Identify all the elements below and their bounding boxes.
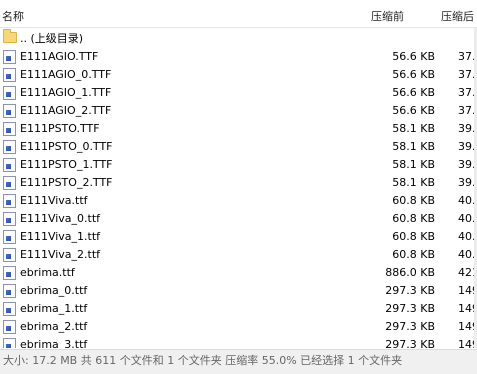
file-row[interactable]: E111PSTO_1.TTF 58.1 KB 39. — [0, 156, 477, 174]
font-file-icon — [3, 284, 16, 298]
file-row[interactable]: E111PSTO_2.TTF 58.1 KB 39. — [0, 174, 477, 192]
file-compressed-size: 37. — [458, 104, 476, 117]
font-file-icon — [3, 176, 16, 190]
column-name-header[interactable]: 名称 — [2, 8, 24, 24]
font-file-icon — [3, 320, 16, 334]
column-original-size-header[interactable]: 压缩前 — [371, 8, 404, 24]
file-compressed-size: 37. — [458, 86, 476, 99]
file-compressed-size: 40. — [458, 248, 476, 261]
file-original-size: 886.0 KB — [385, 266, 435, 279]
file-original-size: 58.1 KB — [392, 122, 435, 135]
file-original-size: 58.1 KB — [392, 176, 435, 189]
file-name: E111PSTO.TTF — [20, 122, 100, 135]
file-name: E111Viva_1.ttf — [20, 230, 101, 243]
file-original-size: 56.6 KB — [392, 104, 435, 117]
font-file-icon — [3, 122, 16, 136]
file-name: E111Viva_0.ttf — [20, 212, 101, 225]
font-file-icon — [3, 158, 16, 172]
file-original-size: 56.6 KB — [392, 50, 435, 63]
file-compressed-size: 39. — [458, 158, 476, 171]
file-compressed-size: 40. — [458, 230, 476, 243]
file-compressed-size: 40. — [458, 194, 476, 207]
file-name: ebrima_3.ttf — [20, 338, 88, 348]
folder-icon — [3, 29, 17, 43]
file-original-size: 297.3 KB — [385, 284, 435, 297]
file-row[interactable]: ebrima.ttf886.0 KB421. — [0, 264, 477, 282]
parent-folder-label: .. (上级目录) — [20, 32, 84, 45]
parent-folder-row[interactable]: .. (上级目录) — [0, 28, 477, 48]
file-row[interactable]: E111Viva_2.ttf 60.8 KB 40. — [0, 246, 477, 264]
column-compressed-size-header[interactable]: 压缩后 — [441, 8, 474, 24]
file-name: ebrima_1.ttf — [20, 302, 88, 315]
file-name: E111PSTO_0.TTF — [20, 140, 113, 153]
font-file-icon — [3, 248, 16, 262]
file-row[interactable]: E111AGIO_0.TTF 56.6 KB 37. — [0, 66, 477, 84]
file-compressed-size: 39. — [458, 176, 476, 189]
file-original-size: 297.3 KB — [385, 302, 435, 315]
file-original-size: 60.8 KB — [392, 248, 435, 261]
file-row[interactable]: ebrima_3.ttf297.3 KB149. — [0, 336, 477, 348]
file-name: E111Viva.ttf — [20, 194, 88, 207]
font-file-icon — [3, 230, 16, 244]
file-name: E111AGIO_0.TTF — [20, 68, 112, 81]
file-name: E111PSTO_1.TTF — [20, 158, 113, 171]
file-original-size: 60.8 KB — [392, 212, 435, 225]
file-compressed-size: 40. — [458, 212, 476, 225]
file-name: E111AGIO_1.TTF — [20, 86, 112, 99]
file-row[interactable]: E111AGIO.TTF 56.6 KB 37. — [0, 48, 477, 66]
file-row[interactable]: E111Viva.ttf 60.8 KB 40. — [0, 192, 477, 210]
font-file-icon — [3, 212, 16, 226]
file-name: ebrima_0.ttf — [20, 284, 88, 297]
file-row[interactable]: E111AGIO_1.TTF 56.6 KB 37. — [0, 84, 477, 102]
file-name: E111AGIO.TTF — [20, 50, 99, 63]
file-compressed-size: 39. — [458, 140, 476, 153]
file-original-size: 60.8 KB — [392, 230, 435, 243]
font-file-icon — [3, 266, 16, 280]
file-list: .. (上级目录) E111AGIO.TTF 56.6 KB 37. E111AGIO… — [0, 28, 477, 348]
file-row[interactable]: E111Viva_0.ttf 60.8 KB 40. — [0, 210, 477, 228]
file-row[interactable]: ebrima_2.ttf297.3 KB149. — [0, 318, 477, 336]
file-original-size: 60.8 KB — [392, 194, 435, 207]
file-compressed-size: 37. — [458, 50, 476, 63]
font-file-icon — [3, 50, 16, 64]
file-original-size: 58.1 KB — [392, 158, 435, 171]
file-row[interactable]: E111Viva_1.ttf 60.8 KB 40. — [0, 228, 477, 246]
font-file-icon — [3, 194, 16, 208]
file-row[interactable]: E111PSTO_0.TTF 58.1 KB 39. — [0, 138, 477, 156]
font-file-icon — [3, 338, 16, 348]
file-name: E111AGIO_2.TTF — [20, 104, 112, 117]
file-name: E111Viva_2.ttf — [20, 248, 101, 261]
column-header-bar: 名称 压缩前 压缩后 — [0, 0, 477, 28]
file-original-size: 58.1 KB — [392, 140, 435, 153]
font-file-icon — [3, 104, 16, 118]
status-bar: 大小: 17.2 MB 共 611 个文件和 1 个文件夹 压缩率 55.0% … — [0, 349, 477, 374]
file-compressed-size: 39. — [458, 122, 476, 135]
file-row[interactable]: ebrima_1.ttf297.3 KB149. — [0, 300, 477, 318]
status-text: 大小: 17.2 MB 共 611 个文件和 1 个文件夹 压缩率 55.0% … — [3, 354, 403, 367]
file-name: ebrima_2.ttf — [20, 320, 88, 333]
file-row[interactable]: ebrima_0.ttf297.3 KB149. — [0, 282, 477, 300]
file-row[interactable]: E111PSTO.TTF 58.1 KB 39. — [0, 120, 477, 138]
file-compressed-size: 37. — [458, 68, 476, 81]
font-file-icon — [3, 86, 16, 100]
file-row[interactable]: E111AGIO_2.TTF 56.6 KB 37. — [0, 102, 477, 120]
file-original-size: 56.6 KB — [392, 86, 435, 99]
file-name: E111PSTO_2.TTF — [20, 176, 113, 189]
file-original-size: 297.3 KB — [385, 320, 435, 333]
font-file-icon — [3, 302, 16, 316]
font-file-icon — [3, 68, 16, 82]
file-name: ebrima.ttf — [20, 266, 75, 279]
font-file-icon — [3, 140, 16, 154]
file-original-size: 297.3 KB — [385, 338, 435, 348]
file-original-size: 56.6 KB — [392, 68, 435, 81]
